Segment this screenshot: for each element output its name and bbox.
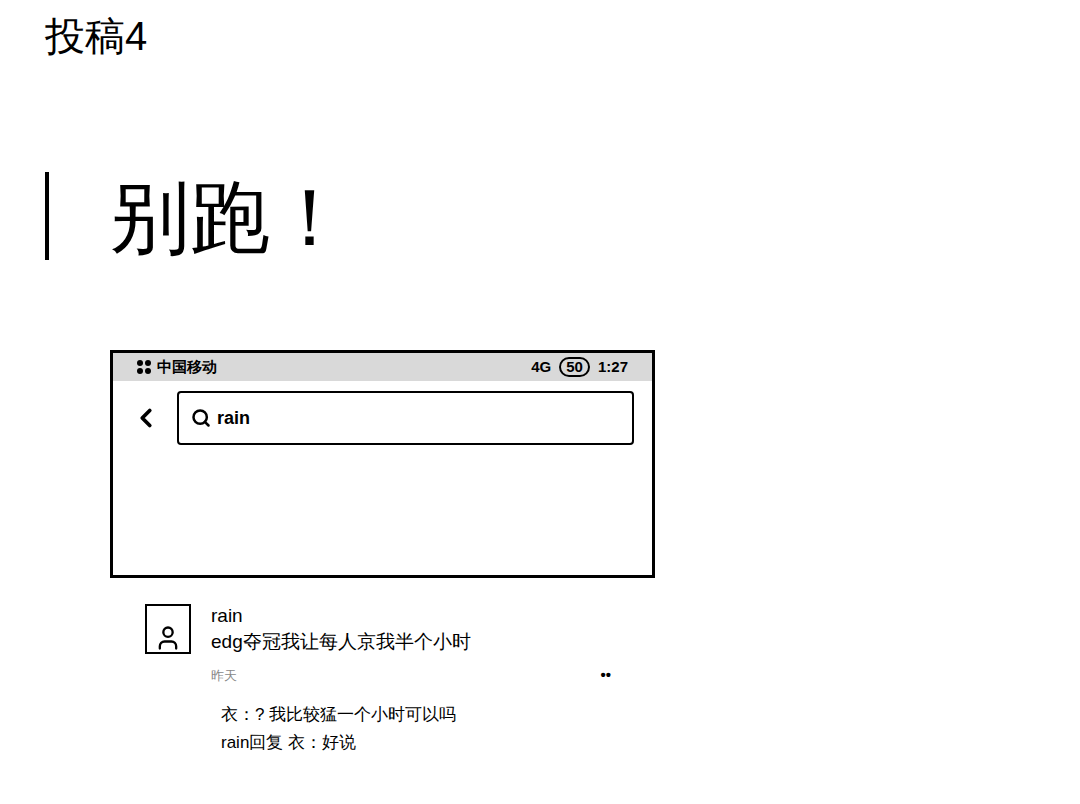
heading-bar [45,172,49,260]
clock: 1:27 [598,356,628,379]
reply: rain回复 衣：好说 [221,729,611,757]
heading: 别跑！ [110,170,350,266]
phone-screenshot: 中国移动 4G 50 1:27 rain [110,350,655,578]
battery: 50 [559,357,590,377]
avatar-icon [154,624,182,652]
network: 4G [531,356,551,379]
comment: rainedg夺冠我让每人京我半个小时昨天•• 衣：? 我比较猛一个小时可以吗ra… [145,604,1080,757]
comment-meta: 昨天•• [211,664,611,687]
page-title: 投稿4 [45,12,1080,60]
comment-author[interactable]: rain [211,604,611,628]
comment-text: edg夺冠我让每人京我半个小时 [211,628,611,656]
reply: 衣：? 我比较猛一个小时可以吗 [221,701,611,729]
status-bar: 中国移动 4G 50 1:27 [113,353,652,381]
signal-dots-icon [137,360,151,374]
replies: 衣：? 我比较猛一个小时可以吗rain回复 衣：好说 [221,701,611,757]
search-value: rain [217,405,250,432]
more-button[interactable]: •• [600,664,611,687]
page: 投稿4别跑！中国移动4G501:27rainrainedg夺冠我让每人京我半个小… [0,0,1080,804]
carrier: 中国移动 [157,356,217,379]
heading-section: 别跑！ [45,170,1080,266]
avatar[interactable] [145,604,191,654]
search-row: rain [113,381,652,445]
back-icon[interactable] [131,403,161,433]
search-icon [191,408,211,428]
search-field[interactable]: rain [177,391,634,445]
